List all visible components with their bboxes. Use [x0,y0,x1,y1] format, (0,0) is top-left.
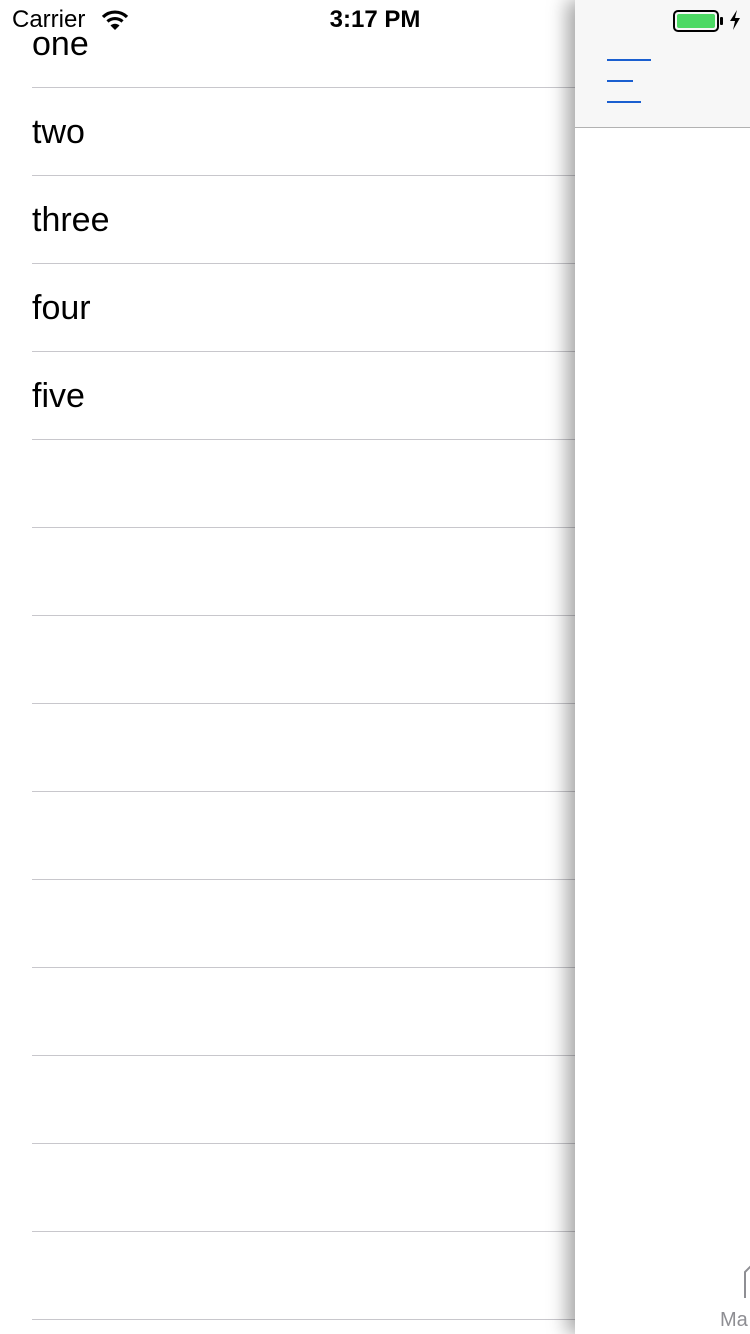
menu-item-empty[interactable] [32,440,575,528]
menu-item-empty[interactable] [32,880,575,968]
clock: 3:17 PM [329,6,421,33]
battery-icon [673,10,723,32]
screen: one two three four five Ma Carrier 3:17 … [0,0,750,1334]
tab-main[interactable]: Ma [713,1258,750,1334]
menu-item-three[interactable]: three [32,176,575,264]
side-menu: one two three four five [0,0,575,1334]
menu-item-empty[interactable] [32,616,575,704]
charging-bolt-icon [730,10,740,30]
tab-bar: Ma [575,1240,750,1334]
status-bar: Carrier 3:17 PM [0,0,750,40]
menu-item-empty[interactable] [32,1144,575,1232]
menu-item-empty[interactable] [32,792,575,880]
hamburger-menu-icon [607,59,651,103]
hamburger-menu-button[interactable] [601,50,657,112]
home-icon [744,1265,750,1298]
menu-item-empty[interactable] [32,968,575,1056]
menu-item-empty[interactable] [32,528,575,616]
menu-item-two[interactable]: two [32,88,575,176]
menu-item-label: three [32,201,110,239]
menu-item-empty[interactable] [32,1056,575,1144]
menu-item-empty[interactable] [32,1232,575,1320]
tab-label: Ma [720,1309,748,1331]
menu-item-four[interactable]: four [32,264,575,352]
menu-item-five[interactable]: five [32,352,575,440]
menu-item-empty[interactable] [32,704,575,792]
menu-item-label: five [32,377,85,415]
menu-item-label: two [32,113,85,151]
main-content-panel[interactable]: Ma [575,0,750,1334]
menu-item-label: four [32,289,91,327]
